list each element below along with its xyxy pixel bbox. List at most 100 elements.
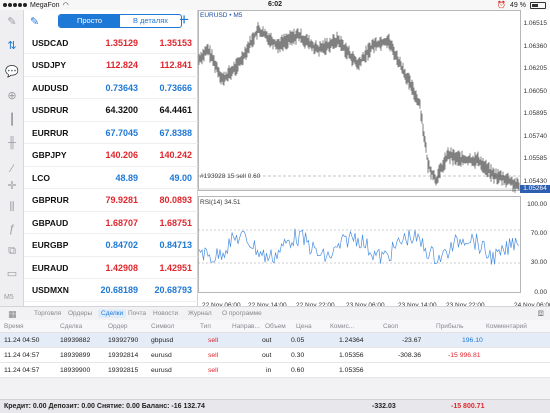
function-icon[interactable]: ƒ: [5, 222, 19, 236]
quote-symbol: EURRUR: [32, 127, 69, 138]
deals-table: Время Сделка Ордер Символ Тип Направ... Объем Ц…: [0, 320, 550, 378]
price-tick-label: 1.05585: [523, 155, 548, 162]
quote-symbol: EURGBP: [32, 240, 69, 250]
chat-icon[interactable]: 💬: [5, 64, 19, 78]
lock-icon[interactable]: ⧈: [538, 308, 544, 319]
tab-item[interactable]: Журнал: [188, 310, 212, 317]
quote-row[interactable]: USDRUR 64.3200 64.4461: [24, 100, 198, 122]
cell-order: 19392814: [108, 352, 139, 359]
quote-symbol: USDMXN: [32, 285, 69, 295]
cell-order: 19392790: [108, 337, 139, 344]
table-row[interactable]: 11.24 04:50 18939882 19392790 gbpusd sell out…: [0, 333, 550, 348]
column-header[interactable]: Время: [4, 323, 24, 330]
quote-symbol: LCO: [32, 172, 50, 183]
quote-ask: 140.242: [159, 150, 192, 160]
edit-icon[interactable]: ✎: [30, 15, 39, 28]
crosshair-pen-icon[interactable]: ✎: [5, 14, 19, 28]
column-header[interactable]: Цена: [296, 323, 312, 330]
tab-item[interactable]: Новости: [153, 310, 178, 317]
quote-bid: 1.68707: [105, 217, 138, 228]
quote-symbol: USDRUR: [32, 105, 69, 115]
account-summary: Кредит: 0.00 Депозит: 0.00 Снятие: 0.00 …: [0, 399, 550, 413]
cell-profit: 196.10: [462, 337, 483, 344]
cell-time: 11.24 04:57: [4, 352, 40, 359]
column-header[interactable]: Тип: [200, 323, 211, 330]
quote-row[interactable]: USDJPY 112.824 112.841: [24, 55, 198, 77]
cell-volume: 0.30: [291, 352, 305, 359]
quote-row[interactable]: EURAUD 1.42908 1.42951: [24, 257, 198, 279]
column-header[interactable]: Комментарий: [486, 323, 527, 330]
quote-ask: 0.84713: [159, 240, 192, 250]
quote-symbol: AUDUSD: [32, 82, 69, 93]
crosshair-icon[interactable]: ✛: [5, 178, 19, 192]
new-document-icon[interactable]: ⊕: [5, 88, 19, 102]
column-header[interactable]: Ордер: [108, 323, 128, 330]
tab-item[interactable]: Сделки: [98, 309, 127, 318]
tab-item[interactable]: Торговля: [34, 310, 61, 317]
calendar-icon[interactable]: ▦: [8, 309, 17, 320]
column-header[interactable]: Направ...: [232, 323, 260, 330]
timeframe-label[interactable]: M5: [4, 294, 14, 301]
quote-row[interactable]: EURGBP 0.84702 0.84713: [24, 235, 198, 257]
rsi-tick-label: 30.00: [530, 259, 547, 266]
quote-ask: 49.00: [169, 172, 192, 183]
column-header[interactable]: Объем: [265, 323, 286, 330]
quote-row[interactable]: USDCAD 1.35129 1.35153: [24, 32, 198, 54]
quote-bid: 1.35129: [105, 37, 138, 48]
left-toolbar: ✎ ⇅ 💬 ⊕ ┃ ╫ ∕ ✛ ⫼ ƒ ⧉ ▭ M5: [0, 10, 24, 306]
quote-symbol: GBPRUR: [32, 195, 69, 205]
candles-icon[interactable]: ┃: [5, 112, 19, 126]
table-row[interactable]: 11.24 04:57 18939900 19392815 eurusd sell in 0…: [0, 363, 550, 378]
quote-symbol: GBPAUD: [32, 217, 69, 228]
quote-bid: 140.206: [105, 150, 138, 160]
quote-row[interactable]: GBPAUD 1.68707 1.68751: [24, 212, 198, 234]
bars-icon[interactable]: ╫: [5, 136, 19, 150]
add-symbol-icon[interactable]: +: [179, 11, 189, 29]
tab-item[interactable]: Ордеры: [68, 310, 92, 317]
status-bar: MegaFon ◠ 6:02 ⏰ 49 %: [0, 0, 550, 10]
line-chart-icon[interactable]: ∕: [5, 162, 19, 176]
column-header[interactable]: Сделка: [60, 323, 82, 330]
quote-row[interactable]: EURRUR 67.7045 67.8388: [24, 122, 198, 144]
clock: 6:02: [267, 1, 282, 8]
price-tick-label: 1.05895: [523, 110, 548, 117]
cell-deal: 18939899: [60, 352, 91, 359]
quote-bid: 0.84702: [105, 240, 138, 250]
quote-ask: 64.4461: [159, 105, 192, 115]
table-row[interactable]: 11.24 04:57 18939899 19392814 eurusd sell out…: [0, 348, 550, 363]
cell-price: 1.24364: [339, 337, 364, 344]
quote-ask: 1.35153: [159, 37, 192, 48]
segment-simple[interactable]: Просто: [59, 15, 120, 27]
trade-arrows-icon[interactable]: ⇅: [5, 38, 19, 52]
column-header[interactable]: Символ: [151, 323, 174, 330]
tab-item[interactable]: О программе: [222, 310, 262, 317]
column-header[interactable]: Своп: [383, 323, 398, 330]
chart-area[interactable]: EURUSD • M5 #193928 15 sell 0.60 RSI(14)…: [198, 10, 550, 309]
indicator-title: RSI(14) 34.51: [200, 199, 241, 206]
cell-deal: 18939900: [60, 367, 91, 374]
candlestick-icon[interactable]: ⫼: [5, 200, 19, 214]
chart-canvas: [198, 10, 521, 293]
quote-bid: 64.3200: [105, 105, 138, 115]
quote-row[interactable]: GBPJPY 140.206 140.242: [24, 145, 198, 167]
objects-icon[interactable]: ⧉: [5, 244, 19, 258]
column-header[interactable]: Прибыль: [436, 323, 464, 330]
tab-item[interactable]: Почта: [128, 310, 146, 317]
quote-row[interactable]: LCO 48.89 49.00: [24, 167, 198, 189]
template-icon[interactable]: ▭: [5, 266, 19, 280]
total-swap: -332.03: [372, 403, 396, 410]
cell-price: 1.05356: [339, 352, 364, 359]
rsi-tick-label: 0.00: [534, 289, 547, 296]
quotes-header: ✎ Просто В деталях +: [24, 10, 197, 32]
segment-detailed[interactable]: В деталях: [120, 15, 181, 27]
cell-dir: in: [266, 367, 272, 374]
battery-icon: [530, 1, 546, 9]
quote-bid: 1.42908: [105, 262, 138, 273]
column-header[interactable]: Комис...: [330, 323, 354, 330]
quote-row[interactable]: GBPRUR 79.9281 80.0893: [24, 190, 198, 212]
quote-row[interactable]: AUDUSD 0.73643 0.73666: [24, 77, 198, 99]
quote-ask: 0.73666: [159, 82, 192, 93]
cell-volume: 0.60: [291, 367, 305, 374]
quote-symbol: USDJPY: [32, 60, 67, 70]
quote-row[interactable]: USDMXN 20.68189 20.68793: [24, 280, 198, 302]
